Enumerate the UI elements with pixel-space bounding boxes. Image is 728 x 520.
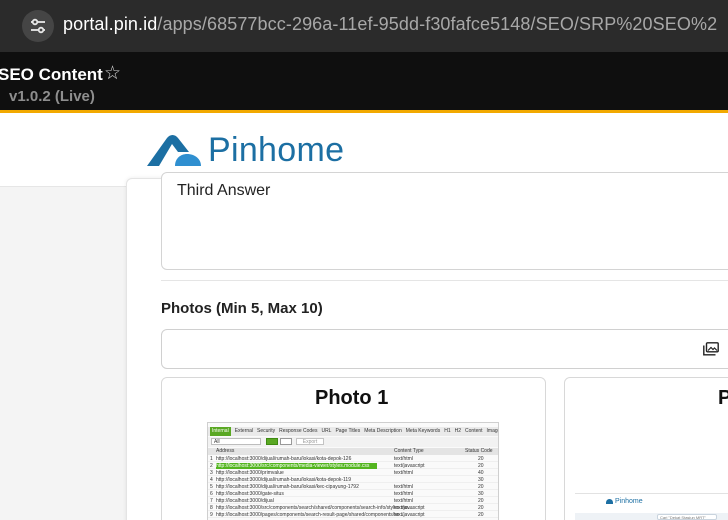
browser-url-bar: portal.pin.id/apps/68577bcc-296a-11ef-95… bbox=[0, 0, 728, 52]
row-status: 20 bbox=[478, 498, 484, 504]
thumbnail-export: Export bbox=[296, 438, 324, 445]
address-bar[interactable]: portal.pin.id/apps/68577bcc-296a-11ef-95… bbox=[63, 14, 717, 35]
thumbnail-logo-text: Pinhome bbox=[615, 498, 643, 505]
row-address: http://localhost:3000/dijual/rumah-baru/… bbox=[216, 477, 351, 483]
row-address: http://localhost:3000/dijual/rumah-baru/… bbox=[216, 456, 352, 462]
row-address: http://localhost:3000/src/components/sea… bbox=[216, 505, 412, 511]
thumbnail-tab: External bbox=[234, 428, 254, 434]
row-num: 1 bbox=[210, 456, 213, 462]
row-status: 40 bbox=[478, 470, 484, 476]
answer-value: Third Answer bbox=[177, 182, 271, 199]
row-status: 20 bbox=[478, 463, 484, 469]
row-type: text/javascript bbox=[394, 463, 425, 469]
thumbnail-toolbar: All Export bbox=[208, 437, 498, 447]
thumbnail-row: 1 http://localhost:3000/dijual/rumah-baru… bbox=[208, 456, 498, 462]
thumbnail-tab: Page Titles bbox=[335, 428, 361, 434]
thumbnail-column-header: Address bbox=[216, 448, 235, 454]
thumbnail-row: 4 http://localhost:3000/dijual/rumah-baru… bbox=[208, 477, 498, 483]
thumbnail-row: 6 http://localhost:3000/gate-situs text/ht… bbox=[208, 491, 498, 497]
row-status: 20 bbox=[478, 505, 484, 511]
row-type: text/html bbox=[394, 470, 413, 476]
thumbnail-tab: H1 bbox=[444, 428, 451, 434]
thumbnail-tab-bar: Internal External Security Response Code… bbox=[208, 427, 498, 436]
row-num: 4 bbox=[210, 477, 213, 483]
row-status: 30 bbox=[478, 491, 484, 497]
thumbnail-tab: Images bbox=[486, 428, 498, 434]
thumbnail-row: 2 http://localhost:3000/src/components/me… bbox=[208, 463, 498, 469]
row-num: 3 bbox=[210, 470, 213, 476]
row-address: http://localhost:3000/dijual bbox=[216, 498, 274, 504]
brand-name: Pinhome bbox=[208, 131, 345, 169]
row-address: http://localhost:3000/dijual/rumah-baru/… bbox=[216, 484, 359, 490]
thumbnail-table-header: Address Content Type Status Code bbox=[208, 448, 498, 455]
row-num: 8 bbox=[210, 505, 213, 511]
row-num: 7 bbox=[210, 498, 213, 504]
thumbnail-row: 7 http://localhost:3000/dijual text/html 20 bbox=[208, 498, 498, 504]
row-num: 9 bbox=[210, 512, 213, 518]
photo-2-thumbnail[interactable]: Pinhome Cari "Dekat Stasiun MRT" bbox=[575, 493, 728, 520]
row-status: 20 bbox=[478, 512, 484, 518]
row-type: text/html bbox=[394, 456, 413, 462]
thumbnail-pinhome-logo: Pinhome bbox=[606, 498, 643, 505]
photo-upload-dropzone[interactable] bbox=[161, 329, 728, 369]
row-status: 30 bbox=[478, 477, 484, 483]
site-info-button[interactable] bbox=[22, 10, 54, 42]
photos-section-label: Photos (Min 5, Max 10) bbox=[161, 300, 323, 317]
pinhome-logo-icon bbox=[606, 498, 613, 504]
app-header: SEO Content ☆ v1.0.2 (Live) bbox=[0, 52, 728, 110]
url-host: portal.pin.id bbox=[63, 14, 158, 34]
thumbnail-row: 3 http://localhost:3000/primvalue text/htm… bbox=[208, 470, 498, 476]
thumbnail-tab: Internal bbox=[210, 427, 231, 436]
images-icon[interactable] bbox=[703, 342, 719, 356]
row-status: 20 bbox=[478, 484, 484, 490]
photo-card-2-title: P bbox=[718, 387, 728, 409]
row-type: text/html bbox=[394, 498, 413, 504]
thumbnail-filter: All bbox=[211, 438, 261, 445]
row-address: http://localhost:3000/pages/components/s… bbox=[216, 512, 404, 518]
row-num: 2 bbox=[210, 463, 213, 469]
row-address: http://localhost:3000/primvalue bbox=[216, 470, 284, 476]
thumbnail-tab: H2 bbox=[454, 428, 462, 434]
thumbnail-tab: Security bbox=[257, 428, 276, 434]
thumbnail-row: 9 http://localhost:3000/pages/components/… bbox=[208, 512, 498, 518]
thumbnail-list-view-icon bbox=[266, 438, 278, 445]
star-icon[interactable]: ☆ bbox=[104, 64, 121, 84]
tune-icon bbox=[31, 18, 45, 34]
row-type: text/javascript bbox=[394, 505, 425, 511]
thumbnail-tab: Response Codes bbox=[279, 428, 318, 434]
row-type: text/javascript bbox=[394, 512, 425, 518]
thumbnail-row: 8 http://localhost:3000/src/components/se… bbox=[208, 505, 498, 511]
thumbnail-tab: Meta Keywords bbox=[405, 428, 441, 434]
thumbnail-column-header: Content Type bbox=[394, 448, 424, 454]
section-divider bbox=[161, 280, 728, 281]
app-version: v1.0.2 (Live) bbox=[9, 88, 95, 105]
row-type: text/html bbox=[394, 491, 413, 497]
app-title: SEO Content bbox=[0, 65, 103, 84]
thumbnail-column-header: Status Code bbox=[465, 448, 493, 454]
photo-card-1-title: Photo 1 bbox=[315, 387, 389, 409]
url-path: /apps/68577bcc-296a-11ef-95dd-f30fafce51… bbox=[157, 14, 718, 34]
row-type: text/html bbox=[394, 484, 413, 490]
thumbnail-search-input: Cari "Dekat Stasiun MRT" bbox=[657, 514, 717, 520]
row-num: 6 bbox=[210, 491, 213, 497]
row-num: 5 bbox=[210, 484, 213, 490]
row-address: http://localhost:3000/src/components/med… bbox=[216, 463, 378, 469]
row-address: http://localhost:3000/gate-situs bbox=[216, 491, 284, 497]
photo-1-thumbnail[interactable]: Internal External Security Response Code… bbox=[207, 422, 499, 520]
row-status: 20 bbox=[478, 456, 484, 462]
thumbnail-tab: URL bbox=[321, 428, 332, 434]
thumbnail-tree-view-icon bbox=[280, 438, 292, 445]
left-gutter bbox=[0, 186, 126, 520]
thumbnail-row: 5 http://localhost:3000/dijual/rumah-baru… bbox=[208, 484, 498, 490]
thumbnail-tab: Content bbox=[465, 428, 483, 434]
thumbnail-tab: Meta Description bbox=[364, 428, 402, 434]
